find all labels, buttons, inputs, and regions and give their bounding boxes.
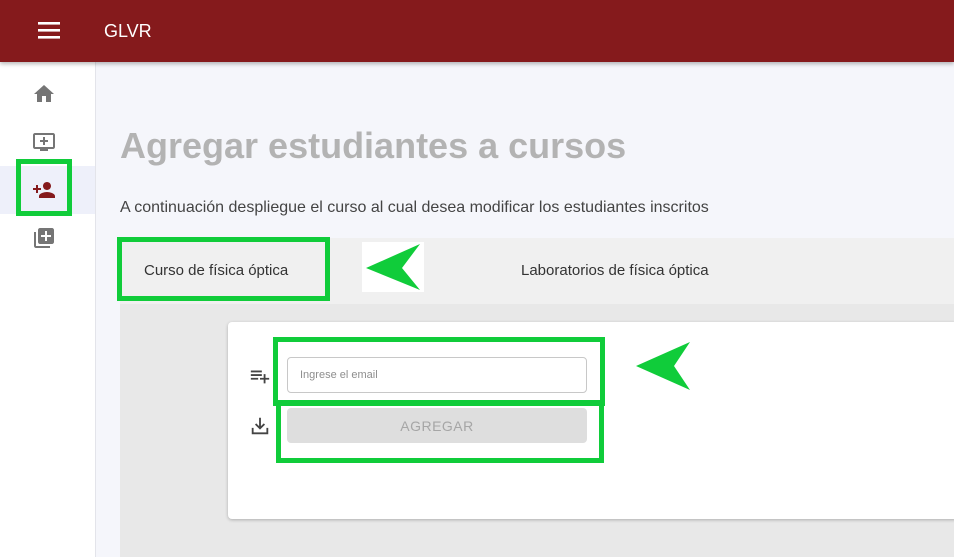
- page-subtitle: A continuación despliegue el curso al cu…: [120, 199, 709, 216]
- sidebar: [0, 62, 96, 557]
- download-icon[interactable]: [249, 415, 271, 442]
- page-title: Agregar estudiantes a cursos: [120, 125, 627, 166]
- add-to-queue-icon: [33, 133, 55, 151]
- tab-curso-fisica-optica[interactable]: Curso de física óptica: [144, 238, 288, 304]
- home-icon: [34, 85, 54, 102]
- sidebar-item-add-course[interactable]: [0, 118, 95, 166]
- add-button[interactable]: AGREGAR: [287, 408, 587, 443]
- playlist-add-icon[interactable]: [249, 365, 271, 392]
- app-title: GLVR: [104, 21, 152, 41]
- library-add-icon: [34, 228, 54, 248]
- sidebar-item-home[interactable]: [0, 70, 95, 118]
- sidebar-item-library-add[interactable]: [0, 214, 95, 262]
- menu-icon[interactable]: [37, 20, 63, 42]
- email-input[interactable]: [287, 357, 587, 393]
- course-tabs: Curso de física óptica Laboratorios de f…: [120, 238, 954, 304]
- tab-laboratorios-fisica-optica[interactable]: Laboratorios de física óptica: [521, 238, 709, 304]
- app-bar: GLVR: [0, 0, 954, 62]
- sidebar-item-add-student[interactable]: [0, 166, 95, 214]
- person-add-icon: [33, 182, 55, 198]
